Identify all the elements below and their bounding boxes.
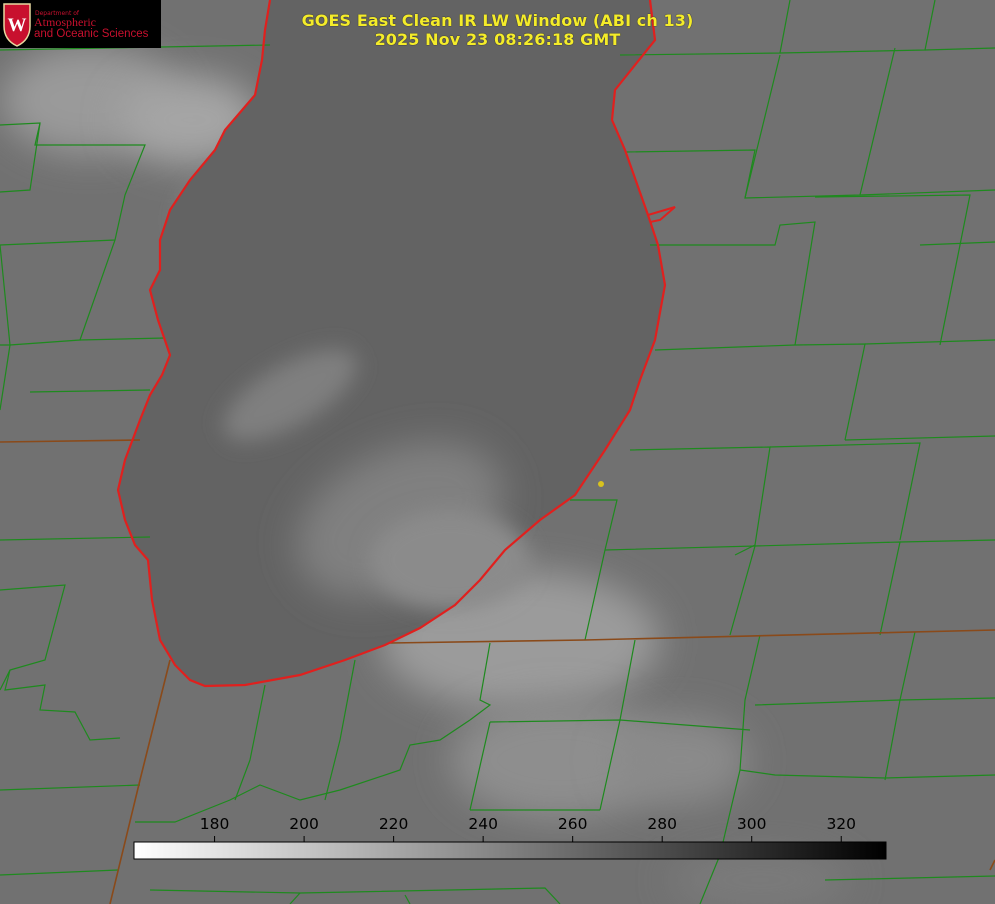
colorbar-tick-label: 200 — [289, 815, 319, 833]
location-marker — [598, 481, 604, 487]
colorbar-tick-label: 280 — [647, 815, 677, 833]
logo-line-2: and Oceanic Sciences — [34, 28, 149, 40]
colorbar-tick-label: 320 — [826, 815, 857, 833]
uw-crest-icon: W — [3, 3, 31, 47]
colorbar-tick-label: 220 — [378, 815, 409, 833]
colorbar-tick-label: 300 — [736, 815, 767, 833]
colorbar-tick-label: 240 — [468, 815, 498, 833]
aos-logo: W Department of Atmospheric and Oceanic … — [0, 0, 161, 48]
colorbar-tick-label: 180 — [199, 815, 230, 833]
satellite-image-view: 180 200 220 240 260 280 300 320 GOES East Clean… — [0, 0, 995, 904]
colorbar — [133, 841, 887, 860]
ir-imagery — [0, 0, 995, 904]
svg-text:W: W — [8, 15, 27, 36]
colorbar-tick-label: 260 — [557, 815, 588, 833]
